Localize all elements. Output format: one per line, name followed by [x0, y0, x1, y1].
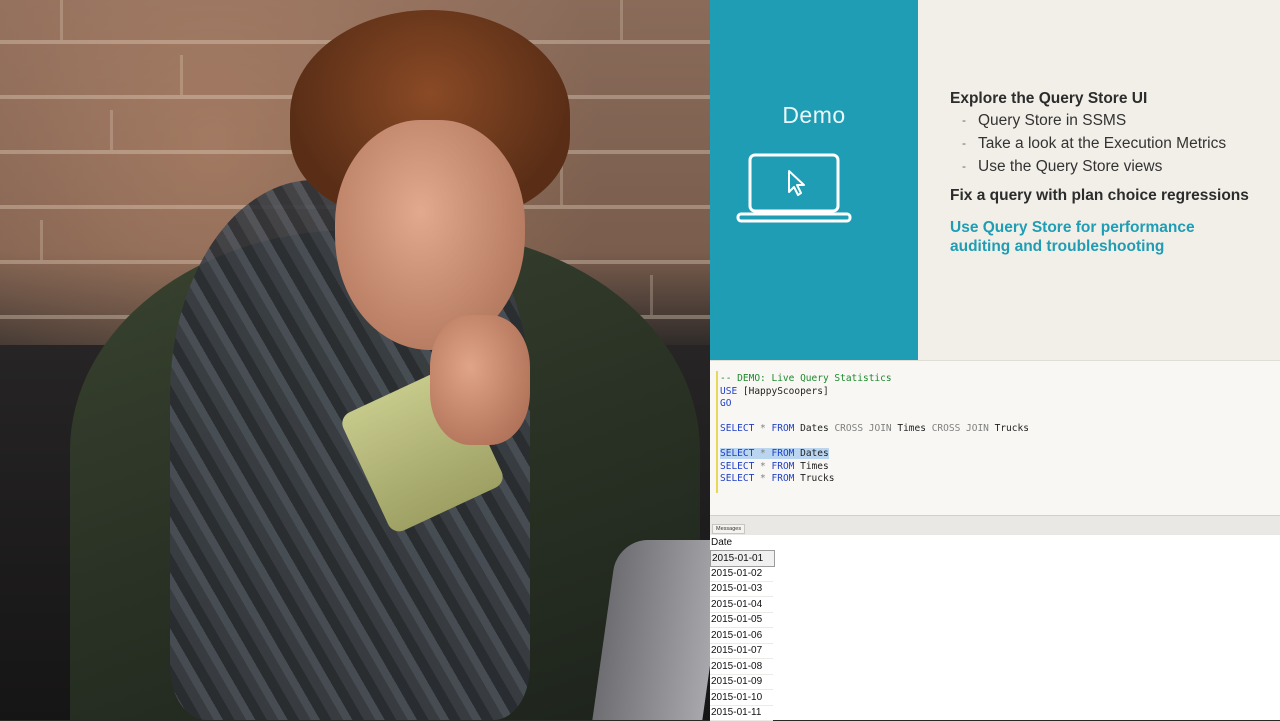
code-line[interactable]: USE [HappyScoopers]: [720, 386, 1029, 399]
star: *: [754, 423, 772, 434]
keyword-cross-join: CROSS JOIN: [834, 423, 892, 434]
code-line[interactable]: GO: [720, 398, 1029, 411]
grid-cell[interactable]: 2015-01-09: [710, 674, 773, 691]
keyword-from: FROM: [771, 448, 795, 459]
keyword-from: FROM: [771, 423, 795, 434]
table-name: Times: [794, 460, 829, 472]
keyword-go: GO: [720, 398, 732, 409]
section1-title: Explore the Query Store UI: [950, 90, 1148, 107]
code-area[interactable]: -- DEMO: Live Query Statistics USE [Happ…: [720, 373, 1029, 486]
keyword-select: SELECT: [720, 448, 755, 459]
column-header-date[interactable]: Date: [711, 537, 732, 548]
keyword-select: SELECT: [720, 423, 755, 434]
table-name: Trucks: [794, 473, 835, 484]
code-line[interactable]: SELECT * FROM Times: [720, 461, 1029, 474]
slide-panel: Demo Explore the Query Store UI Query St…: [710, 0, 1280, 360]
bullet-item: Use the Query Store views: [950, 155, 1275, 178]
teal-sidebar: Demo: [710, 0, 918, 360]
table-name: Times: [891, 423, 932, 434]
grid-cell[interactable]: 2015-01-03: [710, 581, 773, 598]
bullet-item: Take a look at the Execution Metrics: [950, 132, 1275, 155]
brick-joint: [180, 55, 183, 95]
keyword-cross-join: CROSS JOIN: [931, 423, 989, 434]
code-line-blank[interactable]: [720, 436, 1029, 449]
table-name: Dates: [794, 423, 835, 434]
person-hand: [430, 315, 530, 445]
brick-joint: [650, 275, 653, 315]
laptop-cursor-icon: [736, 153, 852, 223]
db-name: [HappyScoopers]: [737, 385, 829, 397]
section1-bullets: Query Store in SSMS Take a look at the E…: [950, 109, 1275, 178]
grid-cell[interactable]: 2015-01-10: [710, 690, 773, 706]
keyword-select: SELECT: [720, 473, 755, 484]
brick-joint: [40, 220, 43, 260]
brick-joint: [60, 0, 63, 40]
grid-cell[interactable]: 2015-01-07: [710, 643, 773, 660]
presenter-photo: [0, 0, 710, 720]
grid-cell[interactable]: 2015-01-04: [710, 597, 773, 613]
code-line[interactable]: -- DEMO: Live Query Statistics: [720, 373, 1029, 386]
code-comment: -- DEMO: Live Query Statistics: [720, 373, 892, 384]
star: *: [754, 448, 772, 459]
grid-cell[interactable]: 2015-01-06: [710, 628, 773, 644]
grid-cell[interactable]: 2015-01-11: [710, 705, 773, 721]
change-gutter: [716, 371, 718, 493]
table-name: Trucks: [988, 423, 1029, 434]
grid-cell[interactable]: 2015-01-02: [710, 566, 773, 582]
code-line-selected[interactable]: SELECT * FROM Dates: [720, 448, 1029, 461]
grid-cell[interactable]: 2015-01-05: [710, 612, 773, 629]
code-line[interactable]: SELECT * FROM Trucks: [720, 473, 1029, 486]
code-line-blank[interactable]: [720, 411, 1029, 424]
tab-messages[interactable]: Messages: [712, 524, 746, 534]
table-name: Dates: [794, 448, 829, 459]
demo-label: Demo: [782, 102, 846, 128]
keyword-from: FROM: [771, 473, 795, 484]
grid-cell[interactable]: 2015-01-08: [710, 659, 773, 675]
section2-title: Fix a query with plan choice regressions: [950, 187, 1249, 204]
bullet-item: Query Store in SSMS: [950, 109, 1275, 132]
code-line[interactable]: SELECT * FROM Dates CROSS JOIN Times CRO…: [720, 423, 1029, 436]
results-grid[interactable]: Date 2015-01-01 2015-01-02 2015-01-03 20…: [710, 535, 1280, 721]
highlight-line-1: Use Query Store for performance: [950, 219, 1195, 236]
keyword-use: USE: [720, 385, 738, 397]
brick-joint: [620, 0, 623, 40]
keyword-select: SELECT: [720, 460, 755, 472]
brick-joint: [560, 165, 563, 205]
slide-content: Explore the Query Store UI Query Store i…: [950, 88, 1275, 256]
star: *: [754, 473, 772, 484]
star: *: [754, 460, 772, 472]
highlight-line-2: auditing and troubleshooting: [950, 238, 1165, 255]
selected-text: SELECT * FROM Dates: [720, 448, 829, 459]
sql-editor[interactable]: -- DEMO: Live Query Statistics USE [Happ…: [710, 360, 1280, 516]
results-splitter[interactable]: Messages: [710, 515, 1280, 536]
brick-joint: [110, 110, 113, 150]
keyword-from: FROM: [771, 460, 795, 472]
